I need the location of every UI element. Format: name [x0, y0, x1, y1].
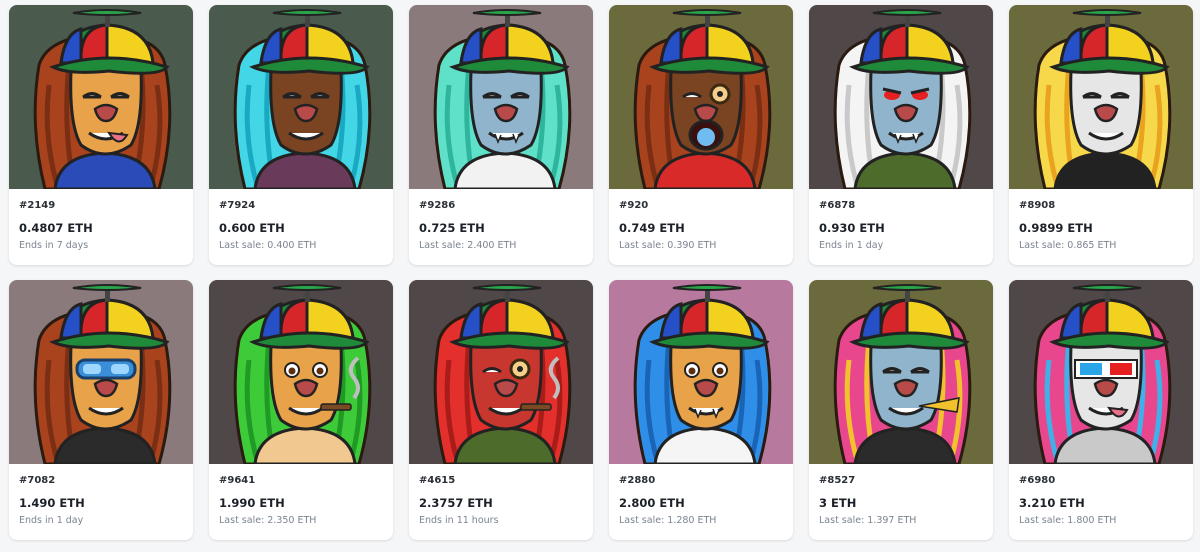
price-label: 0.600 ETH [219, 221, 285, 235]
nft-card-info: #6980 3.210 ETH Last sale: 1.800 ETH [1009, 464, 1193, 527]
nft-listing-grid: #2149 0.4807 ETH Ends in 7 days #7924 0.600… [0, 0, 1200, 552]
nft-artwork-image[interactable] [409, 280, 593, 464]
nft-card-info: #4615 2.3757 ETH Ends in 11 hours [409, 464, 593, 527]
price-label: 1.490 ETH [19, 496, 85, 510]
sale-status: Last sale: 0.390 ETH [619, 240, 717, 251]
token-id: #9286 [419, 200, 456, 211]
sale-status: Ends in 11 hours [419, 515, 499, 526]
sale-status: Last sale: 1.397 ETH [819, 515, 917, 526]
token-id: #6878 [819, 200, 856, 211]
nft-card-info: #9286 0.725 ETH Last sale: 2.400 ETH [409, 189, 593, 252]
sale-status: Last sale: 0.865 ETH [1019, 240, 1117, 251]
price-label: 2.800 ETH [619, 496, 685, 510]
nft-card-info: #8527 3 ETH Last sale: 1.397 ETH [809, 464, 993, 527]
sale-status: Ends in 1 day [819, 240, 884, 251]
price-label: 2.3757 ETH [419, 496, 493, 510]
nft-card-info: #6878 0.930 ETH Ends in 1 day [809, 189, 993, 252]
nft-card[interactable]: #9286 0.725 ETH Last sale: 2.400 ETH [409, 5, 593, 265]
sale-status: Last sale: 1.800 ETH [1019, 515, 1117, 526]
token-id: #2880 [619, 475, 656, 486]
nft-artwork-image[interactable] [409, 5, 593, 189]
price-label: 3 ETH [819, 496, 857, 510]
nft-card-info: #9641 1.990 ETH Last sale: 2.350 ETH [209, 464, 393, 527]
nft-artwork-image[interactable] [9, 5, 193, 189]
nft-card-info: #920 0.749 ETH Last sale: 0.390 ETH [609, 189, 793, 252]
token-id: #6980 [1019, 475, 1056, 486]
sale-status: Ends in 1 day [19, 515, 84, 526]
nft-artwork-image[interactable] [609, 280, 793, 464]
sale-status: Last sale: 2.400 ETH [419, 240, 517, 251]
sale-status: Last sale: 1.280 ETH [619, 515, 717, 526]
price-label: 0.930 ETH [819, 221, 885, 235]
token-id: #4615 [419, 475, 456, 486]
nft-card[interactable]: #9641 1.990 ETH Last sale: 2.350 ETH [209, 280, 393, 540]
token-id: #8527 [819, 475, 856, 486]
token-id: #9641 [219, 475, 256, 486]
price-label: 0.9899 ETH [1019, 221, 1093, 235]
nft-card[interactable]: #8527 3 ETH Last sale: 1.397 ETH [809, 280, 993, 540]
nft-card[interactable]: #6980 3.210 ETH Last sale: 1.800 ETH [1009, 280, 1193, 540]
price-label: 3.210 ETH [1019, 496, 1085, 510]
nft-card-info: #2880 2.800 ETH Last sale: 1.280 ETH [609, 464, 793, 527]
token-id: #920 [619, 200, 649, 211]
price-label: 1.990 ETH [219, 496, 285, 510]
price-label: 0.725 ETH [419, 221, 485, 235]
nft-card-info: #7082 1.490 ETH Ends in 1 day [9, 464, 193, 527]
nft-artwork-image[interactable] [809, 280, 993, 464]
sale-status: Ends in 7 days [19, 240, 89, 251]
token-id: #7082 [19, 475, 56, 486]
token-id: #2149 [19, 200, 56, 211]
nft-card[interactable]: #6878 0.930 ETH Ends in 1 day [809, 5, 993, 265]
nft-artwork-image[interactable] [1009, 280, 1193, 464]
price-label: 0.4807 ETH [19, 221, 93, 235]
sale-status: Last sale: 0.400 ETH [219, 240, 317, 251]
nft-card[interactable]: #920 0.749 ETH Last sale: 0.390 ETH [609, 5, 793, 265]
nft-artwork-image[interactable] [609, 5, 793, 189]
price-label: 0.749 ETH [619, 221, 685, 235]
nft-card-info: #2149 0.4807 ETH Ends in 7 days [9, 189, 193, 252]
nft-card[interactable]: #7924 0.600 ETH Last sale: 0.400 ETH [209, 5, 393, 265]
nft-card-info: #7924 0.600 ETH Last sale: 0.400 ETH [209, 189, 393, 252]
nft-artwork-image[interactable] [809, 5, 993, 189]
nft-card-info: #8908 0.9899 ETH Last sale: 0.865 ETH [1009, 189, 1193, 252]
nft-artwork-image[interactable] [9, 280, 193, 464]
nft-artwork-image[interactable] [209, 280, 393, 464]
token-id: #8908 [1019, 200, 1056, 211]
nft-card[interactable]: #2149 0.4807 ETH Ends in 7 days [9, 5, 193, 265]
nft-card[interactable]: #8908 0.9899 ETH Last sale: 0.865 ETH [1009, 5, 1193, 265]
token-id: #7924 [219, 200, 256, 211]
nft-artwork-image[interactable] [1009, 5, 1193, 189]
nft-card[interactable]: #7082 1.490 ETH Ends in 1 day [9, 280, 193, 540]
nft-card[interactable]: #2880 2.800 ETH Last sale: 1.280 ETH [609, 280, 793, 540]
sale-status: Last sale: 2.350 ETH [219, 515, 317, 526]
nft-card[interactable]: #4615 2.3757 ETH Ends in 11 hours [409, 280, 593, 540]
nft-artwork-image[interactable] [209, 5, 393, 189]
